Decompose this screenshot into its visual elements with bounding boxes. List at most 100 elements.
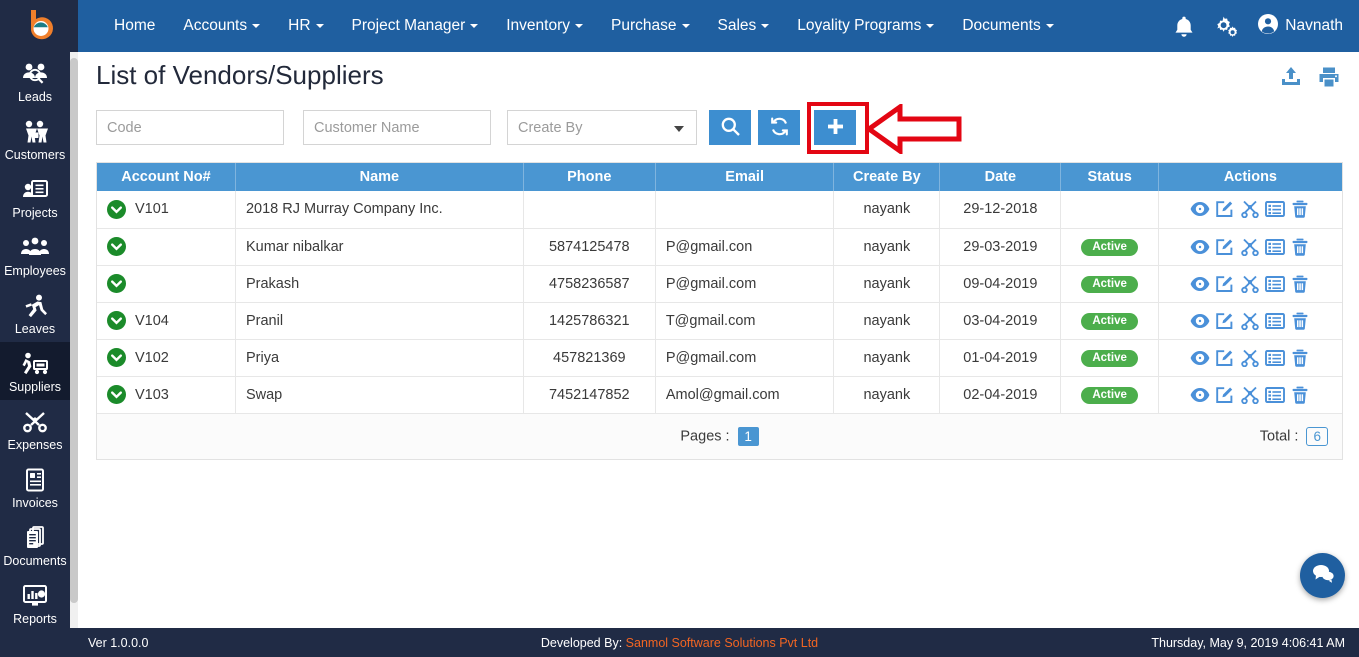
scissors-icon[interactable] bbox=[1240, 275, 1260, 293]
sidebar-item-projects[interactable]: Projects bbox=[0, 168, 70, 226]
trash-icon[interactable] bbox=[1290, 200, 1310, 218]
gears-icon[interactable] bbox=[1213, 14, 1239, 38]
chevron-down-icon bbox=[761, 24, 770, 28]
bell-icon[interactable] bbox=[1173, 15, 1195, 38]
list-icon[interactable] bbox=[1265, 200, 1286, 218]
edit-icon[interactable] bbox=[1215, 386, 1235, 404]
edit-icon[interactable] bbox=[1215, 312, 1235, 330]
nav-item-home[interactable]: Home bbox=[100, 17, 169, 35]
nav-item-hr[interactable]: HR bbox=[274, 17, 337, 35]
print-icon[interactable] bbox=[1317, 66, 1341, 93]
leaves-icon bbox=[0, 291, 70, 321]
trash-icon[interactable] bbox=[1290, 349, 1310, 367]
status-expand-icon[interactable] bbox=[107, 274, 126, 293]
nav-item-project-manager[interactable]: Project Manager bbox=[338, 17, 493, 35]
status-expand-icon[interactable] bbox=[107, 237, 126, 256]
nav-item-accounts[interactable]: Accounts bbox=[169, 17, 274, 35]
total-label: Total : bbox=[1259, 428, 1299, 445]
sidebar-item-invoices[interactable]: Invoices bbox=[0, 458, 70, 516]
column-header-email[interactable]: Email bbox=[655, 163, 835, 191]
cell-account-no bbox=[97, 265, 236, 303]
code-input[interactable] bbox=[96, 110, 284, 145]
cell-date: 03-04-2019 bbox=[939, 302, 1062, 340]
sidebar-item-documents[interactable]: Documents bbox=[0, 516, 70, 574]
scissors-icon[interactable] bbox=[1240, 238, 1260, 256]
list-icon[interactable] bbox=[1265, 386, 1286, 404]
trash-icon[interactable] bbox=[1290, 312, 1310, 330]
table-row[interactable]: Prakash 4758236587 P@gmail.com nayank 09-04-… bbox=[97, 265, 1342, 303]
nav-menu: Home Accounts HR Project Manager Invento… bbox=[78, 17, 1173, 35]
column-header-create-by[interactable]: Create By bbox=[833, 163, 941, 191]
brand-logo-icon bbox=[30, 10, 53, 40]
page-number-1[interactable]: 1 bbox=[737, 427, 759, 446]
table-row[interactable]: V102 Priya 457821369 P@gmail.com nayank 01-04… bbox=[97, 339, 1342, 377]
upload-icon[interactable] bbox=[1279, 66, 1303, 93]
brand-logo[interactable] bbox=[0, 0, 78, 52]
column-header-date[interactable]: Date bbox=[939, 163, 1062, 191]
list-icon[interactable] bbox=[1265, 275, 1286, 293]
table-row[interactable]: V103 Swap 7452147852 Amol@gmail.com nayank 02… bbox=[97, 376, 1342, 413]
column-header-phone[interactable]: Phone bbox=[523, 163, 656, 191]
nav-item-sales[interactable]: Sales bbox=[704, 17, 784, 35]
edit-icon[interactable] bbox=[1215, 349, 1235, 367]
cell-create-by: nayank bbox=[833, 302, 941, 340]
eye-icon[interactable] bbox=[1190, 275, 1210, 293]
scissors-icon[interactable] bbox=[1240, 200, 1260, 219]
sidebar-item-suppliers[interactable]: Suppliers bbox=[0, 342, 70, 400]
app-root: Leads Customers Projects Employees Leave… bbox=[0, 0, 1359, 657]
table-row[interactable]: Kumar nibalkar 5874125478 P@gmail.con nayan… bbox=[97, 228, 1342, 266]
eye-icon[interactable] bbox=[1190, 386, 1210, 404]
list-icon[interactable] bbox=[1265, 238, 1286, 256]
search-button[interactable] bbox=[709, 110, 751, 145]
table-header-row: Account No# Name Phone Email Create By D… bbox=[97, 163, 1342, 191]
sidebar-item-employees[interactable]: Employees bbox=[0, 226, 70, 284]
status-expand-icon[interactable] bbox=[107, 348, 126, 367]
create-by-select[interactable]: Create By bbox=[507, 110, 697, 145]
trash-icon[interactable] bbox=[1290, 238, 1310, 256]
sidebar-item-label: Customers bbox=[4, 148, 66, 162]
sidebar-item-leaves[interactable]: Leaves bbox=[0, 284, 70, 342]
sidebar-item-leads[interactable]: Leads bbox=[0, 52, 70, 110]
column-header-status[interactable]: Status bbox=[1060, 163, 1159, 191]
add-new-vendor-button[interactable] bbox=[814, 110, 856, 145]
status-expand-icon[interactable] bbox=[107, 385, 126, 405]
user-menu[interactable]: Navnath bbox=[1257, 13, 1343, 40]
table-row[interactable]: V101 2018 RJ Murray Company Inc. nayank 29-… bbox=[97, 191, 1342, 229]
customer-name-input[interactable] bbox=[303, 110, 491, 145]
edit-icon[interactable] bbox=[1215, 200, 1235, 218]
status-badge: Active bbox=[1081, 312, 1138, 330]
sidebar-item-customers[interactable]: Customers bbox=[0, 110, 70, 168]
scissors-icon[interactable] bbox=[1240, 349, 1260, 367]
nav-item-inventory[interactable]: Inventory bbox=[492, 17, 597, 35]
cell-actions bbox=[1158, 191, 1342, 229]
cell-create-by: nayank bbox=[833, 376, 941, 413]
nav-item-loyality-programs[interactable]: Loyality Programs bbox=[783, 17, 948, 35]
table-row[interactable]: V104 Pranil 1425786321 T@gmail.com nayank 03-… bbox=[97, 302, 1342, 340]
chat-button[interactable] bbox=[1300, 553, 1345, 598]
scissors-icon[interactable] bbox=[1240, 312, 1260, 330]
footer-developer-link[interactable]: Sanmol Software Solutions Pvt Ltd bbox=[626, 636, 818, 650]
sidebar-item-reports[interactable]: Reports bbox=[0, 574, 70, 628]
trash-icon[interactable] bbox=[1290, 275, 1310, 293]
column-header-name[interactable]: Name bbox=[235, 163, 524, 191]
status-expand-icon[interactable] bbox=[107, 199, 126, 219]
sidebar-item-expenses[interactable]: Expenses bbox=[0, 400, 70, 458]
list-icon[interactable] bbox=[1265, 349, 1286, 367]
cell-actions bbox=[1158, 376, 1342, 413]
nav-item-documents[interactable]: Documents bbox=[948, 17, 1067, 35]
nav-item-purchase[interactable]: Purchase bbox=[597, 17, 703, 35]
eye-icon[interactable] bbox=[1190, 312, 1210, 330]
column-header-account-no[interactable]: Account No# bbox=[97, 163, 236, 191]
refresh-button[interactable] bbox=[758, 110, 800, 145]
list-icon[interactable] bbox=[1265, 312, 1286, 330]
edit-icon[interactable] bbox=[1215, 238, 1235, 256]
status-expand-icon[interactable] bbox=[107, 311, 126, 330]
account-no-text: V101 bbox=[135, 201, 169, 218]
trash-icon[interactable] bbox=[1290, 386, 1310, 404]
sidebar-scrollbar-thumb[interactable] bbox=[70, 58, 78, 603]
scissors-icon[interactable] bbox=[1240, 386, 1260, 404]
eye-icon[interactable] bbox=[1190, 349, 1210, 367]
eye-icon[interactable] bbox=[1190, 200, 1210, 218]
eye-icon[interactable] bbox=[1190, 238, 1210, 256]
edit-icon[interactable] bbox=[1215, 275, 1235, 293]
